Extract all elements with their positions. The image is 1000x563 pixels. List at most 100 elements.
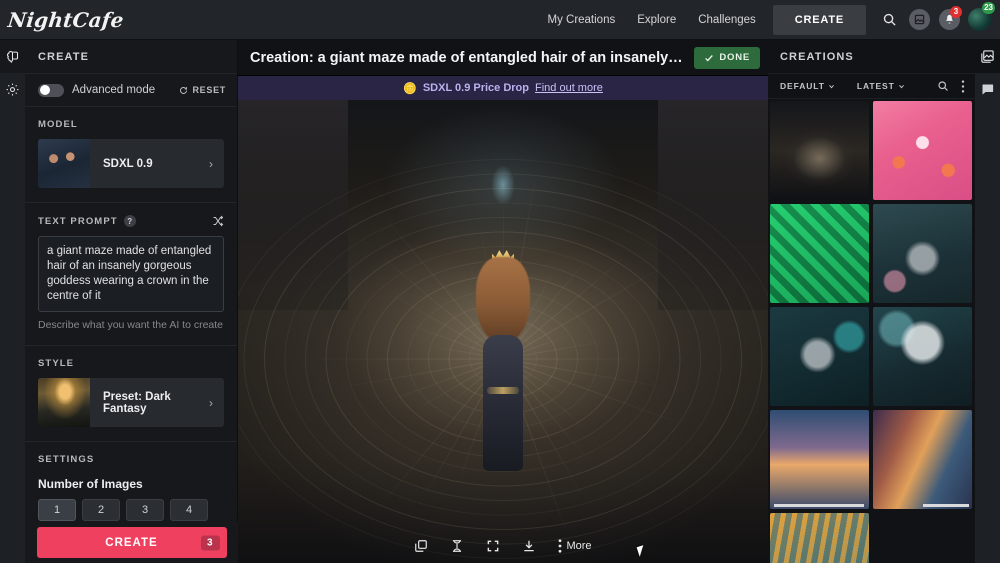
notifications-button[interactable]: 3 [934,0,964,40]
style-selector[interactable]: Preset: Dark Fantasy › [38,378,224,427]
num-option-3[interactable]: 3 [126,499,164,521]
artwork-body [483,334,523,471]
notification-badge: 3 [950,5,962,18]
evolve-button[interactable] [450,539,464,553]
num-option-4[interactable]: 4 [170,499,208,521]
creation-thumbnail[interactable] [873,101,972,200]
creation-thumbnail[interactable] [873,307,972,406]
num-option-2[interactable]: 2 [82,499,120,521]
artwork-toolbar: More [238,539,768,553]
top-create-button[interactable]: CREATE [772,4,866,35]
search-button[interactable] [874,0,904,40]
text-prompt-header: TEXT PROMPT ? [38,215,224,227]
chevron-down-icon [898,83,905,90]
nav-my-creations[interactable]: My Creations [536,0,626,40]
style-section-title: STYLE [38,358,75,369]
filter-default[interactable]: DEFAULT [780,81,835,91]
page-title: Creation: a giant maze made of entangled… [250,49,687,66]
num-option-1[interactable]: 1 [38,499,76,521]
gallery-button[interactable] [904,0,934,40]
text-prompt-hint: Describe what you want the AI to create [38,319,224,331]
more-button[interactable]: More [558,539,592,553]
right-icon-rail [975,40,1000,563]
fullscreen-button[interactable] [486,539,500,553]
creation-thumbnail[interactable] [873,410,972,509]
style-thumbnail [38,378,90,427]
thumbnail-scrollbar[interactable] [923,504,969,507]
app-root: NightCafe My Creations Explore Challenge… [0,0,1000,563]
help-icon[interactable]: ? [123,215,136,227]
duplicate-button[interactable] [414,539,428,553]
nav-explore[interactable]: Explore [626,0,687,40]
download-icon [522,539,536,553]
creation-thumbnail[interactable] [770,204,869,303]
creation-thumbnail[interactable] [770,410,869,509]
chevron-right-icon: › [209,156,213,171]
thumbnail-scrollbar[interactable] [774,504,864,507]
left-panel-title: CREATE [38,50,90,63]
filter-default-label: DEFAULT [780,81,825,91]
nav-challenges[interactable]: Challenges [687,0,767,40]
done-label: DONE [719,52,750,63]
search-icon[interactable] [937,80,949,92]
artwork-canvas[interactable]: More [238,100,768,563]
top-bar: NightCafe My Creations Explore Challenge… [0,0,1000,40]
create-credit-cost: 3 [200,535,220,550]
style-value: Preset: Dark Fantasy [103,390,171,415]
creations-filter-bar: DEFAULT LATEST [768,73,975,99]
brand-logo[interactable]: NightCafe [7,8,125,32]
download-button[interactable] [522,539,536,553]
reset-button[interactable]: RESET [179,85,226,95]
text-prompt-input[interactable]: a giant maze made of entangled hair of a… [38,236,224,312]
check-icon [704,53,714,63]
model-section: MODEL SDXL 0.9 › [25,107,237,203]
settings-title: SETTINGS [38,454,95,465]
filter-latest-label: LATEST [856,81,895,91]
done-button[interactable]: DONE [694,46,760,69]
creation-thumbnail[interactable] [770,101,869,200]
creation-header: Creation: a giant maze made of entangled… [238,40,768,76]
duplicate-icon [414,539,428,553]
shuffle-icon[interactable] [212,215,224,227]
number-of-images-options: 1 2 3 4 [38,499,224,521]
text-prompt-section: TEXT PROMPT ? a giant maze made of entan… [25,203,237,346]
promo-text: SDXL 0.9 Price Drop [422,82,529,94]
number-of-images-label: Number of Images [38,477,143,491]
search-icon [882,12,897,27]
style-section: STYLE Preset: Dark Fantasy › [25,346,237,442]
far-rail-creations[interactable] [975,40,1000,73]
artwork-hair [476,256,530,343]
artwork-goddess-figure [472,239,534,471]
more-vertical-icon[interactable] [961,79,965,93]
model-thumbnail [38,139,90,188]
chevron-down-icon [828,83,835,90]
gear-icon [5,82,20,97]
rail-item-create[interactable] [0,40,25,73]
far-rail-chat[interactable] [975,73,1000,106]
creation-thumbnail[interactable] [770,513,869,563]
chevron-right-icon: › [209,395,213,410]
avatar-button[interactable]: 23 [964,0,995,40]
text-prompt-title: TEXT PROMPT [38,215,118,227]
advanced-mode-row: Advanced mode RESET [25,73,237,107]
rail-item-settings[interactable] [0,73,25,106]
fullscreen-icon [486,539,500,553]
filter-latest[interactable]: LATEST [857,81,905,91]
create-button[interactable]: CREATE 3 [36,527,227,558]
ai-brain-icon [5,49,20,64]
create-button-label: CREATE [105,536,158,549]
image-stack-icon [908,9,930,30]
advanced-mode-toggle[interactable] [38,83,64,97]
creation-thumbnail[interactable] [873,204,972,303]
creations-panel-title: CREATIONS [780,50,854,63]
coin-icon: 🪙 [403,82,417,95]
left-create-panel: CREATE Advanced mode RESET MODEL SDXL 0.… [25,40,238,563]
promo-link[interactable]: Find out more [535,82,603,94]
model-selector[interactable]: SDXL 0.9 › [38,139,224,188]
chat-bubble-icon [980,82,995,97]
credits-badge: 23 [982,1,995,14]
evolve-hourglass-icon [450,539,464,553]
reset-label: RESET [192,85,226,95]
artwork-belt [487,386,519,394]
creation-thumbnail[interactable] [770,307,869,406]
